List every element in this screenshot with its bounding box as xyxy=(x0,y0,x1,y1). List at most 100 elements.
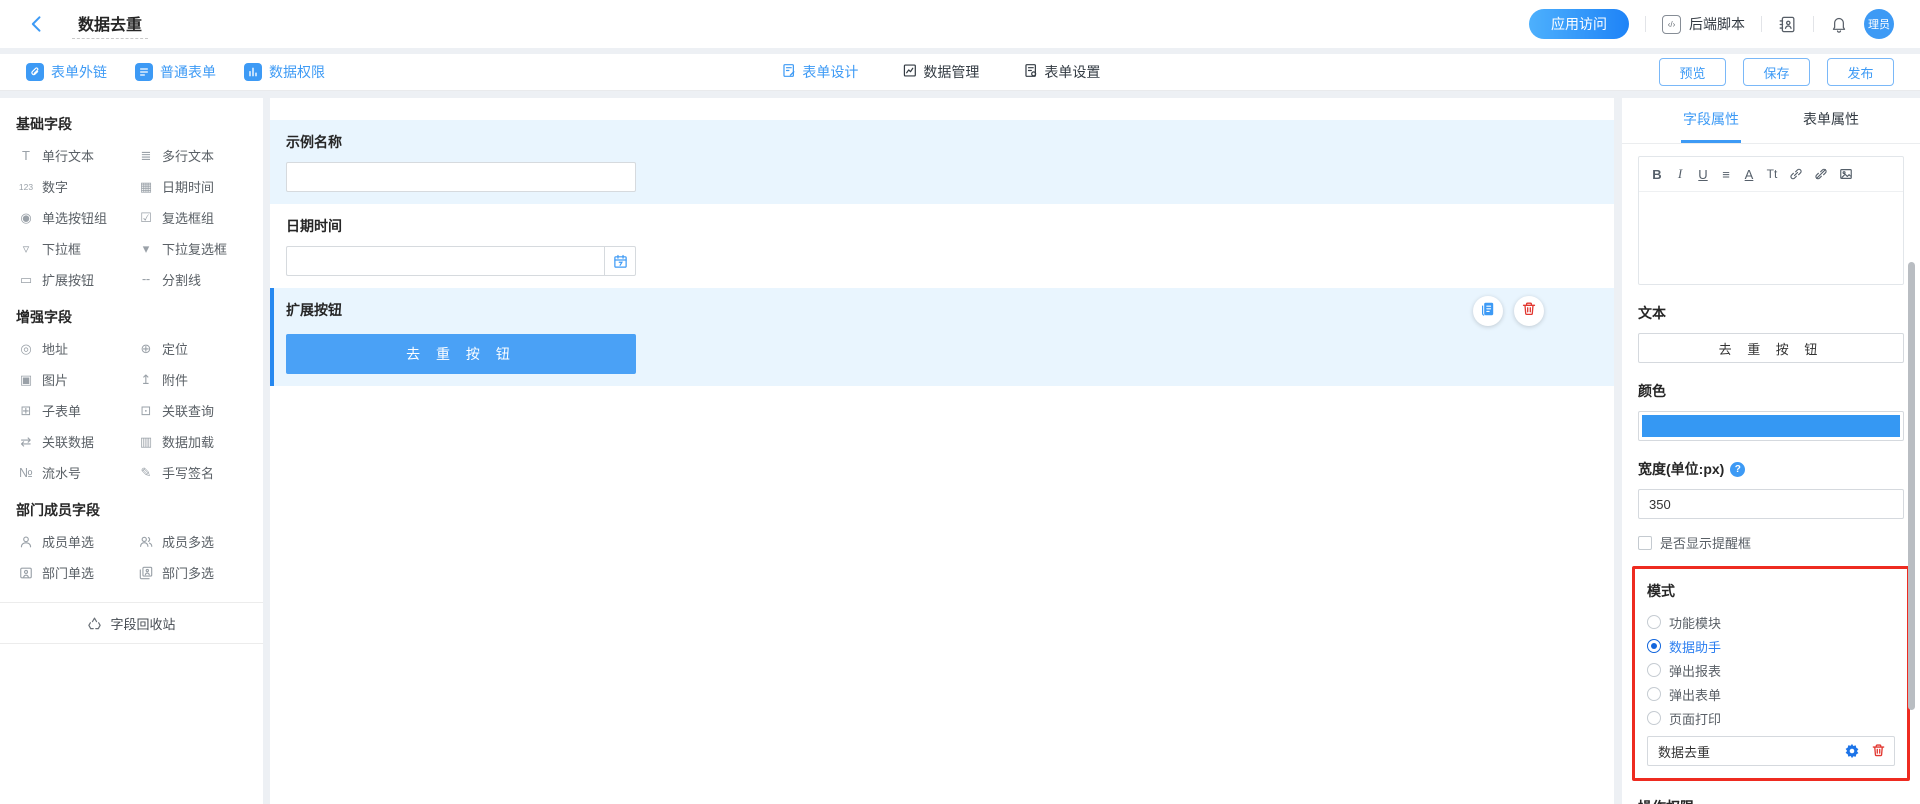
panel-tab-label: 表单属性 xyxy=(1803,109,1859,129)
trash-icon xyxy=(1521,301,1537,322)
dedupe-button[interactable]: 去 重 按 钮 xyxy=(286,334,636,374)
radio-icon xyxy=(1647,687,1661,701)
button-text-input[interactable] xyxy=(1638,333,1904,363)
align-icon[interactable]: ≡ xyxy=(1720,167,1732,182)
help-icon[interactable]: ? xyxy=(1730,462,1745,477)
italic-icon[interactable]: I xyxy=(1674,166,1686,182)
multi-line-text-icon: ≣ xyxy=(137,148,155,164)
width-input[interactable] xyxy=(1638,489,1904,519)
radio-icon xyxy=(1647,663,1661,677)
palette-item[interactable]: ▥ 数据加载 xyxy=(137,426,257,457)
checkbox-group-icon: ☑ xyxy=(137,210,155,226)
nav-link[interactable]: 普通表单 xyxy=(135,62,216,82)
form-canvas: 示例名称 日期时间 扩展按钮 去 重 按 钮 xyxy=(270,98,1614,804)
contacts-icon[interactable] xyxy=(1778,15,1797,34)
gear-icon[interactable] xyxy=(1844,743,1860,759)
datetime-input[interactable] xyxy=(286,246,604,276)
mode-radio-option[interactable]: 页面打印 xyxy=(1647,706,1895,730)
palette-item[interactable]: ▦ 日期时间 xyxy=(137,171,257,202)
palette-item[interactable]: ✎ 手写签名 xyxy=(137,457,257,488)
action-button[interactable]: 发布 xyxy=(1827,58,1894,86)
palette-item[interactable]: ↥ 附件 xyxy=(137,364,257,395)
palette-item[interactable]: ⊡ 关联查询 xyxy=(137,395,257,426)
palette-item[interactable]: № 流水号 xyxy=(17,457,137,488)
show-reminder-checkbox[interactable]: 是否显示提醒框 xyxy=(1638,533,1904,552)
font-color-icon[interactable]: A xyxy=(1743,167,1755,182)
mode-radio-option[interactable]: 数据助手 xyxy=(1647,634,1895,658)
palette-item[interactable]: 部门单选 xyxy=(17,557,137,588)
palette-item[interactable]: 成员单选 xyxy=(17,526,137,557)
action-button[interactable]: 保存 xyxy=(1743,58,1810,86)
mode-radio-option[interactable]: 弹出表单 xyxy=(1647,682,1895,706)
nav-link[interactable]: 数据权限 xyxy=(244,62,325,82)
dept-single-icon xyxy=(17,566,35,580)
palette-item[interactable]: ▿ 下拉框 xyxy=(17,233,137,264)
editor-content[interactable] xyxy=(1639,192,1903,284)
palette-item[interactable]: ☑ 复选框组 xyxy=(137,202,257,233)
backend-script-button[interactable]: ‹/› 后端脚本 xyxy=(1662,14,1745,34)
action-button[interactable]: 预览 xyxy=(1659,58,1726,86)
bold-icon[interactable]: B xyxy=(1651,167,1663,182)
palette-item[interactable]: ╌ 分割线 xyxy=(137,264,257,295)
nav-link-label: 普通表单 xyxy=(160,62,216,82)
copy-field-button[interactable] xyxy=(1473,296,1503,326)
back-chevron-icon[interactable] xyxy=(26,13,48,35)
field-row-datetime[interactable]: 日期时间 xyxy=(270,204,1614,288)
page-title[interactable]: 数据去重 xyxy=(72,9,148,39)
app-access-button[interactable]: 应用访问 xyxy=(1529,9,1629,39)
form-tab[interactable]: 表单设置 xyxy=(1023,62,1100,82)
font-size-icon[interactable]: Tt xyxy=(1766,167,1778,181)
palette-item-label: 成员单选 xyxy=(42,532,94,551)
palette-item[interactable]: ≣ 多行文本 xyxy=(137,140,257,171)
form-tab[interactable]: 数据管理 xyxy=(902,62,979,82)
field-row-extend-button[interactable]: 扩展按钮 去 重 按 钮 xyxy=(270,288,1614,386)
palette-item-label: 成员多选 xyxy=(162,532,214,551)
panel-tab[interactable]: 表单属性 xyxy=(1801,98,1861,143)
bell-icon[interactable] xyxy=(1830,15,1848,33)
palette-item[interactable]: ▣ 图片 xyxy=(17,364,137,395)
palette-item[interactable]: ⊞ 子表单 xyxy=(17,395,137,426)
palette-item[interactable]: 123 数字 xyxy=(17,171,137,202)
palette-item-label: 流水号 xyxy=(42,463,81,482)
palette-item-label: 扩展按钮 xyxy=(42,270,94,289)
delete-field-button[interactable] xyxy=(1514,296,1544,326)
mode-radio-option[interactable]: 弹出报表 xyxy=(1647,658,1895,682)
nav-link[interactable]: 表单外链 xyxy=(26,62,107,82)
multi-select-icon: ▾ xyxy=(137,241,155,257)
divider xyxy=(1645,16,1646,32)
palette-item[interactable]: ⇄ 关联数据 xyxy=(17,426,137,457)
palette-item[interactable]: 成员多选 xyxy=(137,526,257,557)
palette-item-label: 分割线 xyxy=(162,270,201,289)
field-row-sample-name[interactable]: 示例名称 xyxy=(270,120,1614,204)
number-icon: 123 xyxy=(17,182,35,192)
palette-item[interactable]: ◎ 地址 xyxy=(17,333,137,364)
underline-icon[interactable]: U xyxy=(1697,167,1709,182)
rich-text-editor: B I U ≡ A Tt xyxy=(1638,156,1904,285)
sample-name-input[interactable] xyxy=(286,162,636,192)
palette-item[interactable]: T 单行文本 xyxy=(17,140,137,171)
panel-scrollbar[interactable] xyxy=(1908,262,1915,710)
image-icon[interactable] xyxy=(1839,167,1853,181)
link-icon[interactable] xyxy=(1789,167,1803,181)
palette-item[interactable]: 部门多选 xyxy=(137,557,257,588)
palette-item[interactable]: ⊕ 定位 xyxy=(137,333,257,364)
field-recycle-bin[interactable]: 字段回收站 xyxy=(0,602,263,644)
panel-tab[interactable]: 字段属性 xyxy=(1681,98,1741,143)
unlink-icon[interactable] xyxy=(1814,167,1828,181)
trash-small-icon[interactable] xyxy=(1871,743,1886,759)
palette-item-label: 下拉框 xyxy=(42,239,81,258)
paperclip-icon xyxy=(26,63,44,81)
avatar[interactable]: 理员 xyxy=(1864,9,1894,39)
form-tab[interactable]: 表单设计 xyxy=(781,62,858,82)
recycle-label: 字段回收站 xyxy=(110,614,175,633)
calendar-icon[interactable] xyxy=(604,246,636,276)
palette-item[interactable]: ▭ 扩展按钮 xyxy=(17,264,137,295)
palette-item[interactable]: ▾ 下拉复选框 xyxy=(137,233,257,264)
nav-links: 表单外链 普通表单 数据权限 xyxy=(26,62,325,82)
member-single-icon xyxy=(17,535,35,549)
palette-item-label: 关联数据 xyxy=(42,432,94,451)
address-icon: ◎ xyxy=(17,341,35,357)
palette-item[interactable]: ◉ 单选按钮组 xyxy=(17,202,137,233)
color-picker[interactable] xyxy=(1638,411,1904,441)
mode-radio-option[interactable]: 功能模块 xyxy=(1647,610,1895,634)
